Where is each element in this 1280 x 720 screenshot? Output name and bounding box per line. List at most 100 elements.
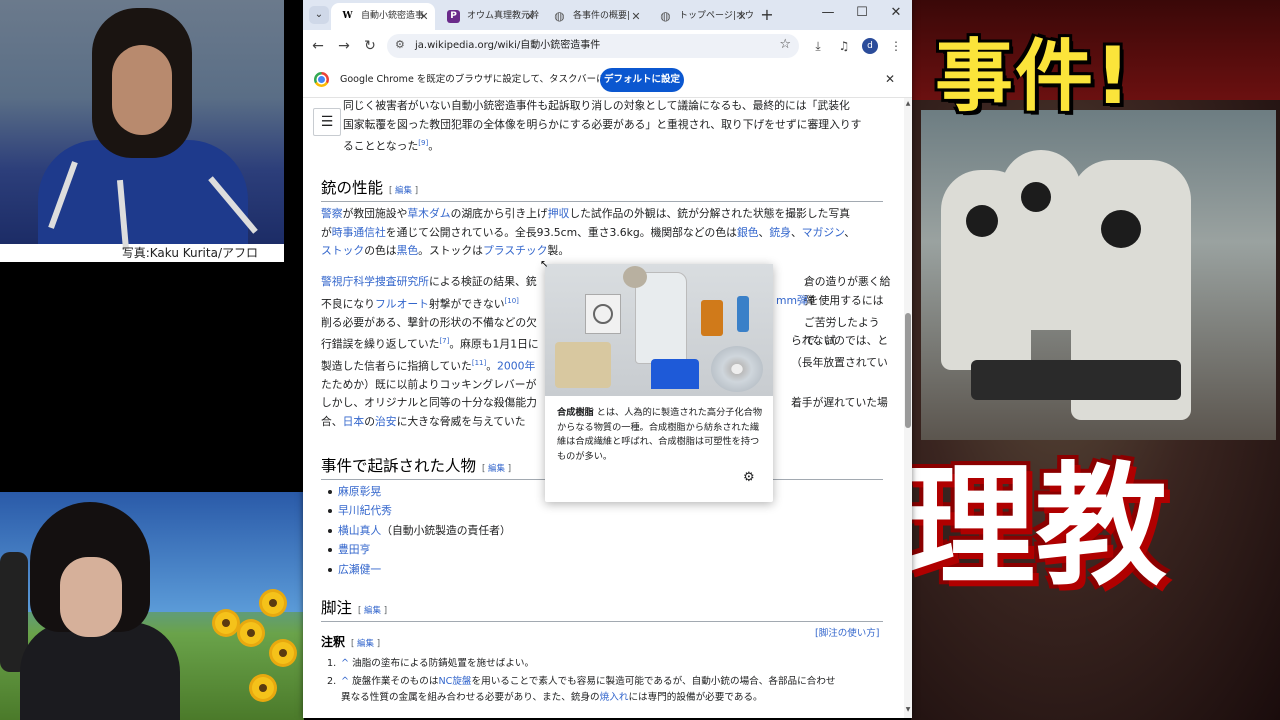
body-text: 。 bbox=[486, 359, 498, 373]
body-text: られないのでは、と bbox=[791, 334, 889, 348]
footnote-text: 旋盤作業そのものは bbox=[352, 676, 439, 687]
set-default-button[interactable]: デフォルトに設定 bbox=[600, 68, 684, 92]
media-control-icon[interactable]: ♫ bbox=[833, 35, 855, 57]
link-silver[interactable]: 銀色 bbox=[737, 226, 759, 239]
tab-label: 自動小銃密造事 bbox=[361, 11, 425, 21]
reference-link[interactable]: [10] bbox=[505, 297, 519, 305]
edit-link[interactable]: 編集 bbox=[488, 464, 505, 474]
close-tab-icon[interactable]: ✕ bbox=[735, 3, 749, 30]
link-plastic[interactable]: プラスチック bbox=[483, 244, 548, 257]
scroll-down-icon[interactable]: ▼ bbox=[904, 706, 912, 713]
link-year-2000[interactable]: 2000年 bbox=[497, 360, 535, 373]
link-public-safety[interactable]: 治安 bbox=[375, 415, 397, 428]
hazmat-figure bbox=[1001, 150, 1081, 330]
close-tab-icon[interactable]: ✕ bbox=[523, 3, 537, 30]
link-kusaki-dam[interactable]: 草木ダム bbox=[407, 207, 450, 220]
tab-top-page[interactable]: ◍ トップページ|オウ ✕ bbox=[649, 3, 753, 30]
link-nrips[interactable]: 警視庁科学捜査研究所 bbox=[321, 275, 429, 288]
tab-wikipedia[interactable]: W 自動小銃密造事 ✕ bbox=[331, 3, 435, 30]
page-scrollbar[interactable]: ▲ ▼ bbox=[904, 98, 912, 718]
footnote-number: 2. bbox=[327, 676, 337, 687]
thumbnail-title-bottom: 理教 bbox=[903, 450, 1167, 604]
address-bar[interactable]: ⚙ ja.wikipedia.org/wiki/自動小銃密造事件 ☆ bbox=[387, 34, 799, 58]
site-info-icon[interactable]: ⚙ bbox=[395, 38, 405, 51]
tab-label: 各事件の概要| bbox=[573, 11, 631, 21]
list-item: 豊田亨 bbox=[327, 541, 370, 559]
backlink-caret[interactable]: ^ bbox=[341, 658, 349, 669]
url-text[interactable]: ja.wikipedia.org/wiki/自動小銃密造事件 bbox=[415, 34, 600, 58]
link-person[interactable]: 横山真人 bbox=[338, 524, 381, 537]
profile-avatar[interactable]: d bbox=[862, 38, 878, 54]
tab-aum-official[interactable]: P オウム真理教元幹 ✕ bbox=[437, 3, 541, 30]
new-tab-button[interactable]: + bbox=[757, 5, 777, 24]
link-person[interactable]: 広瀬健一 bbox=[338, 563, 381, 576]
pill-bottle bbox=[701, 300, 723, 336]
backlink-caret[interactable]: ^ bbox=[341, 676, 349, 687]
edit-link[interactable]: 編集 bbox=[395, 186, 412, 196]
list-item: 麻原彰晃 bbox=[327, 483, 381, 501]
sunflower-icon bbox=[215, 612, 237, 634]
compact-disc-icon bbox=[711, 346, 763, 392]
footnote-text: には専門的設備が必要である。 bbox=[628, 692, 763, 703]
edit-link[interactable]: 編集 bbox=[357, 639, 374, 649]
link-nc-lathe[interactable]: NC旋盤 bbox=[438, 676, 471, 687]
heading-text: 事件で起訴された人物 bbox=[321, 457, 477, 475]
forward-button[interactable]: → bbox=[333, 35, 355, 57]
link-person[interactable]: 豊田亨 bbox=[338, 543, 370, 556]
link-quenching[interactable]: 焼入れ bbox=[600, 692, 629, 703]
link-stock[interactable]: ストック bbox=[321, 244, 364, 257]
scroll-up-icon[interactable]: ▲ bbox=[904, 100, 912, 107]
link-full-auto[interactable]: フルオート bbox=[375, 297, 429, 310]
tin-can bbox=[623, 266, 647, 288]
reload-button[interactable]: ↻ bbox=[359, 35, 381, 57]
link-mm-round[interactable]: mm弾 bbox=[776, 294, 808, 307]
footnote-usage-link[interactable]: [脚注の使い方] bbox=[815, 625, 879, 639]
tab-incident-overview[interactable]: ◍ 各事件の概要| ✕ bbox=[543, 3, 647, 30]
maximize-button[interactable]: ☐ bbox=[849, 5, 875, 20]
default-browser-infobar: Google Chrome を既定のブラウザに設定して、タスクバーに固定する デ… bbox=[303, 62, 912, 98]
link-japan[interactable]: 日本 bbox=[343, 415, 365, 428]
download-icon[interactable]: ⤓ bbox=[807, 35, 829, 57]
body-text: 、 bbox=[790, 225, 802, 239]
list-item: 横山真人（自動小銃製造の責任者） bbox=[328, 522, 511, 540]
link-person[interactable]: 麻原彰晃 bbox=[338, 485, 381, 498]
link-jiji-press[interactable]: 時事通信社 bbox=[332, 226, 386, 239]
close-tab-icon[interactable]: ✕ bbox=[629, 3, 643, 30]
link-person[interactable]: 早川紀代秀 bbox=[338, 504, 392, 517]
preview-image bbox=[545, 264, 773, 396]
streamer bbox=[20, 502, 180, 720]
menu-kebab-icon[interactable]: ⋮ bbox=[885, 35, 907, 57]
link-seizure[interactable]: 押収 bbox=[548, 207, 570, 220]
reference-link[interactable]: [7] bbox=[439, 337, 449, 345]
link-preview-popup[interactable]: 合成樹脂 とは、人為的に製造された高分子化合物からなる物質の一種。合成樹脂から紡… bbox=[545, 264, 773, 502]
browser-toolbar: ← → ↻ ⚙ ja.wikipedia.org/wiki/自動小銃密造事件 ☆… bbox=[303, 30, 912, 62]
sunflower-icon bbox=[262, 592, 284, 614]
body-text: が教団施設や bbox=[342, 207, 408, 220]
close-infobar-icon[interactable]: ✕ bbox=[885, 72, 895, 86]
link-police[interactable]: 警察 bbox=[321, 207, 343, 220]
close-tab-icon[interactable]: ✕ bbox=[417, 3, 431, 30]
edit-link[interactable]: 編集 bbox=[364, 606, 381, 616]
screen: 写真:Kaku Kurita/アフロ 事件! 理教 ⌄ W 自動小銃密造事 ✕ … bbox=[0, 0, 1280, 720]
bookmark-star-icon[interactable]: ☆ bbox=[779, 37, 791, 52]
plastic-jug bbox=[635, 272, 687, 364]
press-photo-panel: 写真:Kaku Kurita/アフロ bbox=[0, 0, 284, 262]
sunflower-icon bbox=[272, 642, 294, 664]
link-magazine[interactable]: マガジン bbox=[802, 226, 845, 239]
close-window-button[interactable]: ✕ bbox=[883, 5, 909, 20]
tab-search-button[interactable]: ⌄ bbox=[309, 6, 329, 24]
body-text: 。麻原も1月1日に bbox=[449, 337, 539, 351]
back-button[interactable]: ← bbox=[307, 35, 329, 57]
link-black[interactable]: 黒色 bbox=[397, 244, 419, 257]
scrollbar-thumb[interactable] bbox=[905, 313, 911, 428]
reference-link[interactable]: [9] bbox=[418, 139, 428, 147]
link-barrel[interactable]: 銃身 bbox=[769, 226, 791, 239]
dial-icon bbox=[593, 304, 613, 324]
inhaler bbox=[737, 296, 749, 332]
globe-icon: ◍ bbox=[554, 9, 565, 23]
minimize-button[interactable]: — bbox=[815, 5, 841, 20]
table-of-contents-icon[interactable]: ☰ bbox=[313, 108, 341, 136]
reference-link[interactable]: [11] bbox=[472, 359, 486, 367]
gear-icon[interactable]: ⚙ bbox=[743, 470, 755, 485]
body-text: 製。 bbox=[547, 244, 570, 257]
